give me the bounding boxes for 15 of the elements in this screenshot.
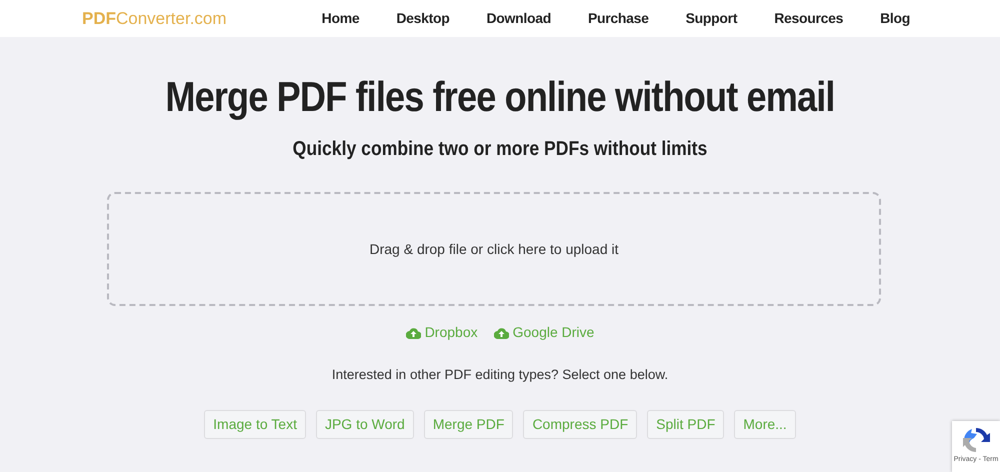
nav-link[interactable]: Purchase [588, 8, 649, 29]
cloud-upload-icon [494, 326, 509, 339]
nav-link[interactable]: Home [322, 8, 360, 29]
dropzone-text: Drag & drop file or click here to upload it [369, 240, 618, 259]
cloud-upload-icon [406, 326, 421, 339]
page-subheading: Quickly combine two or more PDFs without limits [292, 137, 708, 162]
nav-link[interactable]: Blog [880, 8, 910, 29]
recaptcha-icon [961, 425, 991, 455]
prompt-text: Interested in other PDF editing types? Select one below. [332, 367, 668, 382]
nav-link[interactable]: Support [686, 8, 738, 29]
upload-dropzone[interactable]: Drag & drop file or click here to upload it [107, 192, 881, 306]
page-heading: Merge PDF files free online without email [164, 72, 836, 122]
nav-link[interactable]: Resources [774, 8, 844, 29]
nav-link[interactable]: Download [486, 8, 551, 29]
nav-link[interactable]: Desktop [396, 8, 450, 29]
